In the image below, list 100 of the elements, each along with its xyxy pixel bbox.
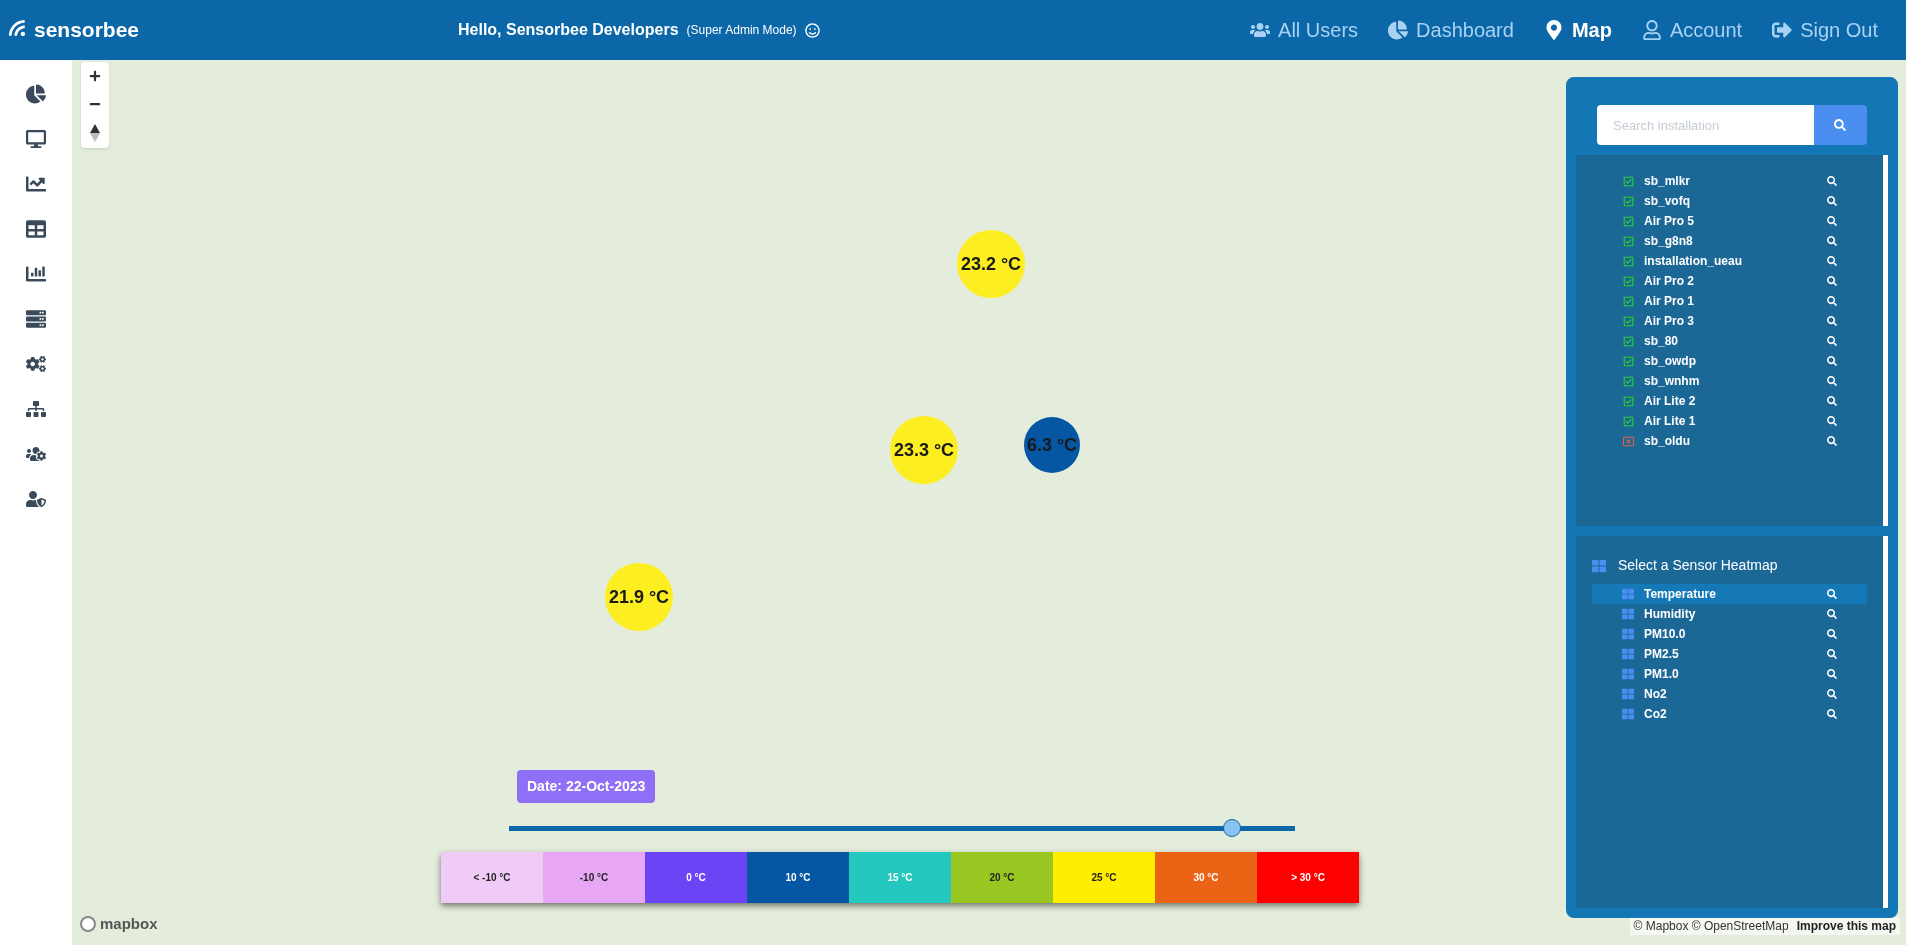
search-button[interactable] <box>1813 105 1867 145</box>
installation-name[interactable]: Air Pro 3 <box>1644 312 1694 330</box>
search-icon[interactable] <box>1827 709 1837 719</box>
zoom-in-icon[interactable] <box>89 70 101 82</box>
search-icon[interactable] <box>1827 689 1837 699</box>
installation-name[interactable]: sb_g8n8 <box>1644 232 1693 250</box>
installation-name[interactable]: Air Pro 1 <box>1644 292 1694 310</box>
installation-name[interactable]: sb_wnhm <box>1644 372 1700 390</box>
search-icon[interactable] <box>1827 376 1837 386</box>
installation-name[interactable]: sb_mlkr <box>1644 172 1691 190</box>
search-icon[interactable] <box>1827 669 1837 679</box>
users-gear-icon[interactable] <box>26 444 46 464</box>
grid-icon <box>1622 688 1634 700</box>
installation-name[interactable]: Air Pro 2 <box>1644 272 1694 290</box>
compass-icon[interactable] <box>90 124 100 142</box>
search-icon <box>1834 119 1847 131</box>
heatmap-item[interactable]: Humidity <box>1592 604 1867 624</box>
installation-name[interactable]: sb_oldu <box>1644 432 1690 450</box>
search-icon[interactable] <box>1827 216 1837 226</box>
checkbox[interactable] <box>1623 275 1634 287</box>
checkbox[interactable] <box>1623 255 1634 267</box>
heatmap-item[interactable]: No2 <box>1592 684 1867 704</box>
checkbox[interactable] <box>1623 415 1634 427</box>
grid-icon <box>1622 628 1634 640</box>
checkbox[interactable] <box>1623 355 1634 367</box>
checkbox[interactable] <box>1623 435 1634 447</box>
checkbox[interactable] <box>1623 335 1634 347</box>
search-icon[interactable] <box>1827 436 1837 446</box>
map-attribution: © Mapbox © OpenStreetMap <box>1633 918 1789 935</box>
installation-name[interactable]: Air Lite 1 <box>1644 412 1696 430</box>
checkbox[interactable] <box>1623 375 1634 387</box>
search-icon[interactable] <box>1827 396 1837 406</box>
installation-name[interactable]: Air Lite 2 <box>1644 392 1696 410</box>
checkbox[interactable] <box>1623 395 1634 407</box>
heatmap-item[interactable]: PM10.0 <box>1592 624 1867 644</box>
search-icon[interactable] <box>1827 176 1837 186</box>
checkbox[interactable] <box>1623 295 1634 307</box>
checkbox[interactable] <box>1623 235 1634 247</box>
heatmap-name: PM2.5 <box>1644 646 1679 663</box>
nav-link[interactable]: All Users <box>1250 15 1359 45</box>
search-icon[interactable] <box>1827 356 1837 366</box>
line-chart-icon[interactable] <box>26 174 46 194</box>
search-icon[interactable] <box>1827 649 1837 659</box>
bar-chart-icon[interactable] <box>26 264 46 284</box>
settings-icon[interactable] <box>26 354 46 374</box>
search-icon[interactable] <box>1827 236 1837 246</box>
checkbox[interactable] <box>1623 315 1634 327</box>
heatmap-item[interactable]: Temperature <box>1592 584 1867 604</box>
checkbox[interactable] <box>1623 175 1634 187</box>
table-icon[interactable] <box>26 219 46 239</box>
user-shield-icon[interactable] <box>26 489 46 509</box>
checkbox[interactable] <box>1623 195 1634 207</box>
installation-name[interactable]: Air Pro 5 <box>1644 212 1694 230</box>
legend-swatch: -10 °C <box>543 852 645 903</box>
user-icon <box>1641 20 1662 40</box>
nav-link[interactable]: Dashboard <box>1388 15 1514 45</box>
legend-swatch: 15 °C <box>849 852 951 903</box>
legend-swatch: < -10 °C <box>441 852 543 903</box>
search-icon[interactable] <box>1827 416 1837 426</box>
server-icon[interactable] <box>26 309 46 329</box>
installation-name[interactable]: installation_ueau <box>1644 252 1743 270</box>
search-icon[interactable] <box>1827 296 1837 306</box>
improve-map-link[interactable]: Improve this map <box>1796 917 1896 935</box>
legend-swatch: 10 °C <box>747 852 849 903</box>
monitor-icon[interactable] <box>26 129 46 149</box>
checkbox[interactable] <box>1623 215 1634 227</box>
grid-icon <box>1592 558 1606 573</box>
greeting: Hello, Sensorbee Developers <box>458 20 679 40</box>
heatmap-item[interactable]: PM2.5 <box>1592 644 1867 664</box>
installation-name[interactable]: sb_vofq <box>1644 192 1690 210</box>
mode-label: (Super Admin Mode) <box>686 22 797 39</box>
search-icon[interactable] <box>1827 629 1837 639</box>
search-icon[interactable] <box>1827 589 1837 599</box>
map-pin-icon <box>1543 20 1564 40</box>
legend-swatch: 25 °C <box>1053 852 1155 903</box>
mapbox-logo: mapbox <box>100 913 158 934</box>
nav-link[interactable]: Map <box>1543 15 1612 45</box>
search-icon[interactable] <box>1827 196 1837 206</box>
grid-icon <box>1622 648 1634 660</box>
nav-link[interactable]: Sign Out <box>1772 15 1878 45</box>
grid-icon <box>1622 588 1634 600</box>
heatmap-item[interactable]: PM1.0 <box>1592 664 1867 684</box>
search-icon[interactable] <box>1827 609 1837 619</box>
installation-name[interactable]: sb_owdp <box>1644 352 1696 370</box>
users-icon <box>1250 20 1271 40</box>
grid-icon <box>1622 668 1634 680</box>
heatmap-item[interactable]: Co2 <box>1592 704 1867 724</box>
search-icon[interactable] <box>1827 256 1837 266</box>
search-field[interactable]: Search installation <box>1597 105 1814 145</box>
nav-link[interactable]: Account <box>1641 15 1743 45</box>
network-icon[interactable] <box>26 399 46 419</box>
smiley-icon <box>804 22 820 38</box>
date-slider[interactable] <box>509 818 1295 838</box>
search-icon[interactable] <box>1827 336 1837 346</box>
grid-icon <box>1622 708 1634 720</box>
search-icon[interactable] <box>1827 316 1837 326</box>
heatmap-name: No2 <box>1644 686 1667 703</box>
search-icon[interactable] <box>1827 276 1837 286</box>
installation-name[interactable]: sb_80 <box>1644 332 1679 350</box>
pie-chart-icon[interactable] <box>26 84 46 104</box>
